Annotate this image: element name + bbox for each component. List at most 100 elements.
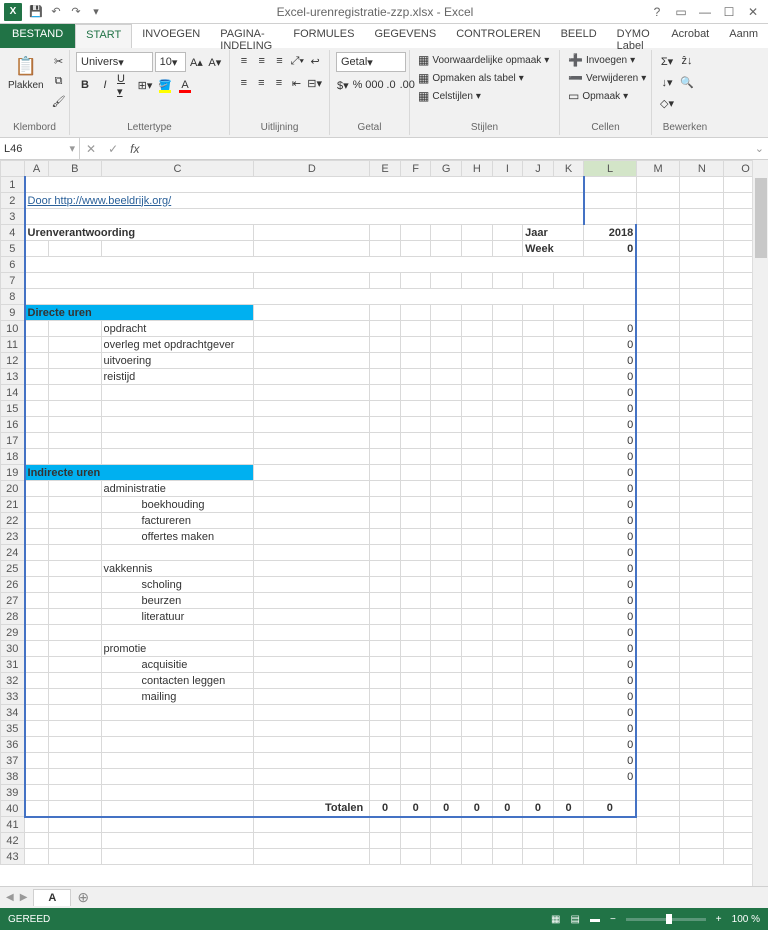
comma-icon[interactable]: 000: [365, 76, 383, 94]
conditional-format-button[interactable]: ▦Voorwaardelijke opmaak▾: [416, 52, 553, 68]
row-header-12[interactable]: 12: [1, 353, 25, 369]
hdr-day-4[interactable]: Vr: [492, 273, 523, 289]
increase-font-icon[interactable]: A▴: [188, 53, 204, 71]
view-pagebreak-icon[interactable]: ▬: [590, 914, 600, 925]
col-header-C[interactable]: C: [101, 161, 254, 177]
desc-15[interactable]: [101, 401, 254, 417]
hdr-total[interactable]: Totaal: [584, 273, 636, 289]
decrease-font-icon[interactable]: A▾: [207, 53, 223, 71]
merge-icon[interactable]: ⊟▾: [306, 74, 323, 92]
tot-day-6[interactable]: 0: [553, 801, 584, 817]
sheet-area[interactable]: ABCDEFGHIJKLMNO1ZZPcentrum2Door http://w…: [0, 160, 768, 886]
desc-24[interactable]: [101, 545, 254, 561]
desc-23[interactable]: offertes maken: [101, 529, 254, 545]
expand-formula-icon[interactable]: ⌄: [751, 142, 768, 155]
formula-input[interactable]: [145, 138, 750, 159]
save-icon[interactable]: 💾: [28, 4, 44, 20]
desc-10[interactable]: opdracht: [101, 321, 254, 337]
row-header-34[interactable]: 34: [1, 705, 25, 721]
col-header-A[interactable]: A: [25, 161, 49, 177]
desc-25[interactable]: vakkennis: [101, 561, 254, 577]
tab-aanm[interactable]: Aanm: [719, 24, 768, 48]
insert-button[interactable]: ➕Invoegen▾: [566, 52, 645, 68]
minimize-icon[interactable]: —: [694, 3, 716, 21]
desc-18[interactable]: [101, 449, 254, 465]
help-icon[interactable]: ?: [646, 3, 668, 21]
cut-icon[interactable]: ✂: [50, 52, 68, 70]
row-header-35[interactable]: 35: [1, 721, 25, 737]
add-sheet-icon[interactable]: ⊕: [77, 889, 89, 906]
tot-day-3[interactable]: 0: [462, 801, 493, 817]
spreadsheet-grid[interactable]: ABCDEFGHIJKLMNO1ZZPcentrum2Door http://w…: [0, 160, 768, 865]
tab-gegevens[interactable]: GEGEVENS: [364, 24, 446, 48]
tab-start[interactable]: START: [75, 24, 132, 48]
col-header-F[interactable]: F: [400, 161, 431, 177]
row-header-7[interactable]: 7: [1, 273, 25, 289]
row-header-8[interactable]: 8: [1, 289, 25, 305]
desc-39[interactable]: [101, 785, 254, 801]
row-header-32[interactable]: 32: [1, 673, 25, 689]
hdr-day-2[interactable]: Wo: [431, 273, 462, 289]
row-header-18[interactable]: 18: [1, 449, 25, 465]
total-39[interactable]: [584, 785, 636, 801]
format-painter-icon[interactable]: 🖌: [50, 92, 68, 110]
name-box[interactable]: L46▾: [0, 138, 80, 159]
col-header-M[interactable]: M: [636, 161, 680, 177]
total-38[interactable]: 0: [584, 769, 636, 785]
hdr-desc[interactable]: Omschrijving werkzaamheden: [25, 273, 254, 289]
row-header-42[interactable]: 42: [1, 833, 25, 849]
align-bottom-icon[interactable]: ≡: [272, 52, 288, 70]
qat-more-icon[interactable]: ▾: [88, 4, 104, 20]
row-header-20[interactable]: 20: [1, 481, 25, 497]
row-header-33[interactable]: 33: [1, 689, 25, 705]
view-normal-icon[interactable]: ▦: [551, 914, 560, 925]
underline-button[interactable]: U ▾: [116, 76, 134, 94]
col-header-N[interactable]: N: [680, 161, 724, 177]
col-header-K[interactable]: K: [553, 161, 584, 177]
category-9[interactable]: Directe uren: [25, 305, 254, 321]
sheet-nav-prev-icon[interactable]: ◀: [6, 892, 14, 903]
bold-button[interactable]: B: [76, 76, 94, 94]
row-header-43[interactable]: 43: [1, 849, 25, 865]
total-22[interactable]: 0: [584, 513, 636, 529]
tab-dymo[interactable]: DYMO Label: [607, 24, 662, 48]
hdr-day-0[interactable]: Ma: [370, 273, 401, 289]
zoom-percent[interactable]: 100 %: [732, 914, 760, 925]
desc-38[interactable]: [101, 769, 254, 785]
total-24[interactable]: 0: [584, 545, 636, 561]
fill-icon[interactable]: ↓▾: [658, 73, 676, 91]
desc-29[interactable]: [101, 625, 254, 641]
desc-17[interactable]: [101, 433, 254, 449]
col-header-E[interactable]: E: [370, 161, 401, 177]
sheet-nav-next-icon[interactable]: ▶: [20, 892, 28, 903]
total-18[interactable]: 0: [584, 449, 636, 465]
row-header-41[interactable]: 41: [1, 817, 25, 833]
align-middle-icon[interactable]: ≡: [254, 52, 270, 70]
total-36[interactable]: 0: [584, 737, 636, 753]
find-icon[interactable]: 🔍: [678, 73, 696, 91]
format-button[interactable]: ▭Opmaak▾: [566, 88, 645, 104]
tot-day-5[interactable]: 0: [523, 801, 554, 817]
desc-35[interactable]: [101, 721, 254, 737]
tab-beeld[interactable]: BEELD: [551, 24, 607, 48]
row-header-36[interactable]: 36: [1, 737, 25, 753]
col-header-L[interactable]: L: [584, 161, 636, 177]
total-35[interactable]: 0: [584, 721, 636, 737]
total-30[interactable]: 0: [584, 641, 636, 657]
desc-28[interactable]: literatuur: [101, 609, 254, 625]
row-header-22[interactable]: 22: [1, 513, 25, 529]
category-19[interactable]: Indirecte uren: [25, 465, 254, 481]
hdr-opm[interactable]: Opmerkingen: [254, 273, 370, 289]
tab-controleren[interactable]: CONTROLEREN: [446, 24, 550, 48]
totals-label[interactable]: Totalen: [254, 801, 370, 817]
row-header-40[interactable]: 40: [1, 801, 25, 817]
total-11[interactable]: 0: [584, 337, 636, 353]
percent-icon[interactable]: %: [352, 76, 364, 94]
currency-icon[interactable]: $▾: [336, 76, 350, 94]
row-header-26[interactable]: 26: [1, 577, 25, 593]
inc-decimal-icon[interactable]: .0: [385, 76, 396, 94]
row-header-13[interactable]: 13: [1, 369, 25, 385]
row-header-31[interactable]: 31: [1, 657, 25, 673]
section-label[interactable]: Urenverantwoording: [25, 225, 254, 241]
select-all[interactable]: [1, 161, 25, 177]
